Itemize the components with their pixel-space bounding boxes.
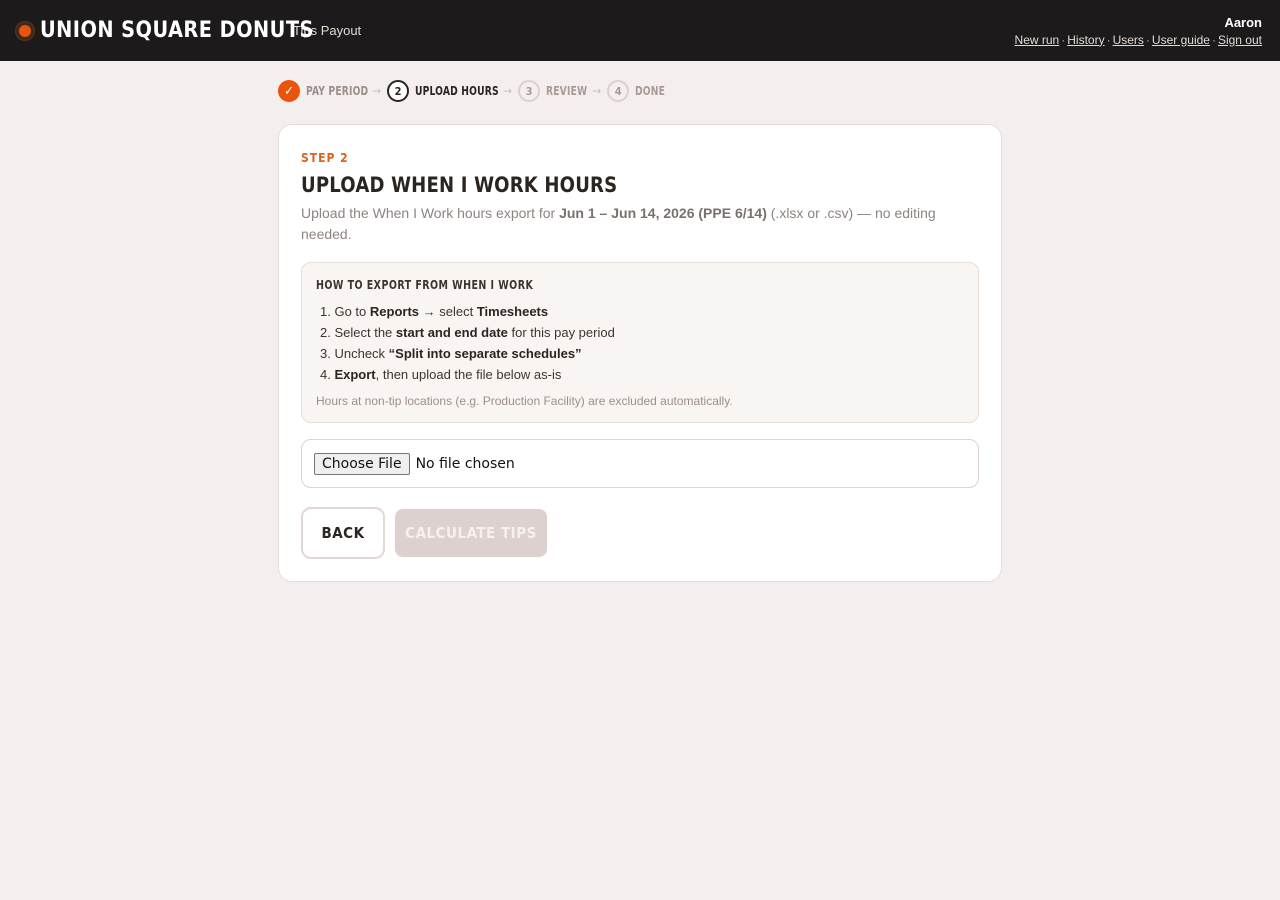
- step-review: 3 REVIEW: [518, 80, 590, 102]
- step-label: REVIEW: [546, 84, 588, 98]
- step-upload-hours: 2 UPLOAD HOURS: [387, 80, 501, 102]
- new-run-link[interactable]: New run: [1015, 33, 1060, 47]
- item-number: 1.: [320, 304, 331, 319]
- step-label: PAY PERIOD: [306, 84, 369, 98]
- form-actions: BACK CALCULATE TIPS: [301, 507, 979, 559]
- checkmark-icon: ✓: [278, 80, 300, 102]
- list-item: 4. Export, then upload the file below as…: [320, 364, 964, 385]
- export-instructions: HOW TO EXPORT FROM WHEN I WORK 1. Go to …: [301, 262, 979, 423]
- step-label: UPLOAD HOURS: [415, 84, 499, 98]
- item-bold: start and end date: [395, 325, 508, 340]
- arrow-right-icon: →: [592, 84, 602, 98]
- calculate-tips-button[interactable]: CALCULATE TIPS: [395, 509, 547, 557]
- list-item: 2. Select the start and end date for thi…: [320, 322, 964, 343]
- item-text: for this pay period: [507, 325, 615, 340]
- file-status: No file chosen: [415, 455, 515, 472]
- pay-period-range: Jun 1 – Jun 14, 2026 (PPE 6/14): [559, 205, 767, 221]
- item-number: 2.: [320, 325, 331, 340]
- upload-card: STEP 2 UPLOAD WHEN I WORK HOURS Upload t…: [278, 124, 1002, 582]
- item-number: 3.: [320, 346, 331, 361]
- brand: UNION SQUARE DONUTS Tips Payout: [16, 18, 361, 43]
- step-tag: STEP 2: [301, 151, 349, 165]
- arrow-right-icon: →: [503, 84, 513, 98]
- item-bold: Reports: [369, 304, 420, 319]
- step-number: 3: [518, 80, 541, 102]
- instructions-title: HOW TO EXPORT FROM WHEN I WORK: [316, 278, 534, 292]
- user-area: Aaron New run · History · Users · User guide · S…: [1015, 15, 1262, 47]
- separator: ·: [1061, 32, 1066, 47]
- user-name: Aaron: [1224, 14, 1262, 30]
- step-number: 2: [387, 80, 410, 102]
- item-text: → select: [419, 304, 477, 319]
- donut-logo-icon: [16, 21, 34, 40]
- separator: ·: [1211, 32, 1216, 47]
- item-text: Select the: [334, 325, 396, 340]
- history-link[interactable]: History: [1067, 33, 1104, 47]
- card-description: Upload the When I Work hours export for …: [301, 203, 961, 245]
- desc-prefix: Upload the When I Work hours export for: [301, 205, 560, 221]
- step-pay-period: ✓ PAY PERIOD: [278, 80, 370, 102]
- item-text: , then upload the file below as-is: [375, 367, 562, 382]
- back-button[interactable]: BACK: [301, 507, 385, 559]
- top-bar: UNION SQUARE DONUTS Tips Payout Aaron Ne…: [0, 0, 1280, 61]
- user-links: New run · History · Users · User guide · Sign ou…: [1015, 33, 1262, 47]
- step-done: 4 DONE: [607, 80, 671, 102]
- separator: ·: [1145, 32, 1150, 47]
- instructions-note: Hours at non-tip locations (e.g. Product…: [316, 394, 733, 408]
- list-item: 3. Uncheck “Split into separate schedule…: [320, 343, 964, 364]
- item-text: Go to: [334, 304, 370, 319]
- progress-stepper: ✓ PAY PERIOD → 2 UPLOAD HOURS → 3 REVIEW…: [278, 80, 671, 102]
- separator: ·: [1106, 32, 1111, 47]
- brand-name: UNION SQUARE DONUTS: [40, 18, 314, 43]
- user-guide-link[interactable]: User guide: [1152, 33, 1210, 47]
- item-bold: Export: [334, 367, 376, 382]
- item-bold: “Split into separate schedules”: [388, 346, 582, 361]
- list-item: 1. Go to Reports → select Timesheets: [320, 301, 964, 322]
- users-link[interactable]: Users: [1113, 33, 1144, 47]
- step-label: DONE: [635, 84, 666, 98]
- item-text: Uncheck: [334, 346, 389, 361]
- page-title: UPLOAD WHEN I WORK HOURS: [301, 173, 618, 197]
- item-bold: Timesheets: [476, 304, 549, 319]
- instructions-list: 1. Go to Reports → select Timesheets 2. …: [316, 301, 964, 385]
- step-number: 4: [607, 80, 630, 102]
- choose-file-button[interactable]: Choose File: [314, 452, 410, 475]
- file-upload-field[interactable]: Choose File No file chosen: [301, 439, 979, 488]
- item-number: 4.: [320, 367, 331, 382]
- arrow-right-icon: →: [372, 84, 382, 98]
- sign-out-link[interactable]: Sign out: [1218, 33, 1262, 47]
